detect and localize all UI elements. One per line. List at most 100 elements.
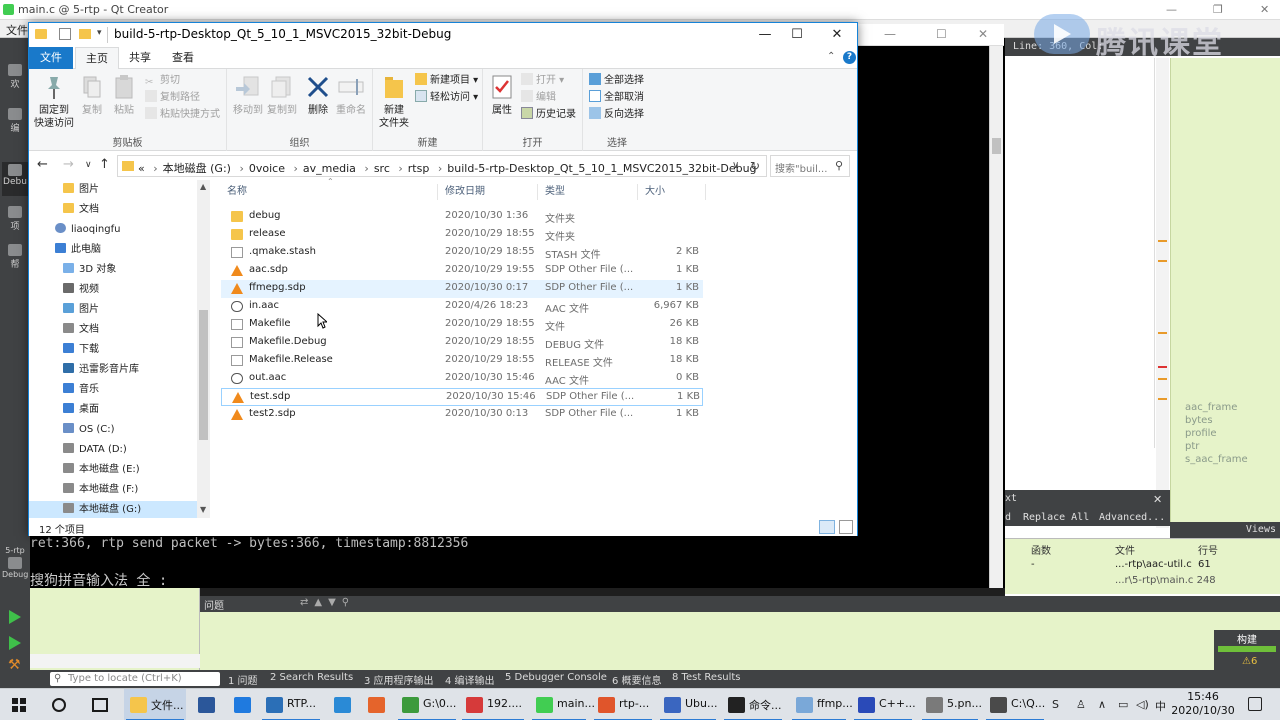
tab-view[interactable]: 查看 [162,47,204,69]
copy-to-button[interactable]: 复制到 [265,73,299,117]
paste-shortcut-button[interactable]: 粘贴快捷方式 [145,107,220,123]
issues-toolbar-icons[interactable]: ⇄▲▼⚲ [300,597,355,608]
taskbar-app-button[interactable]: 命令... [722,689,784,720]
taskbar-app-button[interactable]: RTP... [260,689,322,720]
taskbar-app-button[interactable] [328,689,358,720]
file-row[interactable]: release 2020/10/29 18:55 文件夹 [221,226,703,244]
breadcrumb-item[interactable]: 0voice [249,162,285,175]
nav-item[interactable]: 迅雷影音片库 [63,361,139,379]
close-icon[interactable]: ✕ [1260,3,1269,16]
taskbar-app-button[interactable]: 文件... [124,689,186,720]
outline-item[interactable]: bytes [1185,415,1213,426]
locator-input[interactable]: ⚲ Type to locate (Ctrl+K) [50,672,220,686]
help-icon[interactable]: ? [843,51,856,64]
volume-icon[interactable]: ◁) [1136,698,1149,711]
taskbar-app-button[interactable]: ffmp... [790,689,853,720]
issues-pane[interactable] [200,612,1280,670]
network-icon[interactable]: ▭ [1118,698,1128,711]
maximize-icon[interactable]: ☐ [775,25,819,45]
clock[interactable]: 15:46 2020/10/30 [1166,690,1240,718]
tab-test-results[interactable]: 8 Test Results [672,672,741,683]
replace-all-button[interactable]: Replace All [1023,512,1089,523]
tab-compile-output[interactable]: 4 编译输出 [445,672,495,687]
rename-button[interactable]: 重命名 [333,73,369,117]
breadcrumb-item[interactable]: src [374,162,390,175]
scroll-down-icon[interactable]: ▼ [200,505,206,514]
taskbar-app-button[interactable]: 192.... [460,689,526,720]
pin-quick-access-button[interactable]: 固定到 快速访问 [33,73,75,130]
horizontal-scrollbar[interactable] [30,654,200,668]
nav-item[interactable]: 文档 [63,321,99,339]
run-icon[interactable] [9,610,21,624]
tab-app-output[interactable]: 3 应用程序输出 [364,672,434,687]
outline-item[interactable]: profile [1185,428,1217,439]
mode-debug[interactable]: Debu [2,162,28,196]
collapse-ribbon-icon[interactable]: ⌃ [827,51,835,62]
nav-item[interactable]: 图片 [63,181,99,199]
nav-item[interactable]: 3D 对象 [63,261,116,279]
nav-item[interactable]: 本地磁盘 (E:) [63,461,140,479]
file-row[interactable]: in.aac 2020/4/26 18:23 AAC 文件 6,967 KB [221,298,703,316]
tab-share[interactable]: 共享 [119,47,161,69]
close-icon[interactable]: ✕ [978,27,988,41]
advanced-button[interactable]: Advanced... [1099,512,1165,523]
taskbar-app-button[interactable] [228,689,258,720]
cut-button[interactable]: ✂ 剪切 [145,73,180,89]
taskbar-app-button[interactable]: C:\Q... [984,689,1046,720]
sogou-ime-icon[interactable]: S [1052,698,1059,711]
file-row-focused[interactable]: test.sdp 2020/10/30 15:46 SDP Other File (… [221,388,703,406]
nav-item[interactable]: 此电脑 [55,241,101,259]
select-none-button[interactable]: 全部取消 [589,90,644,106]
tray-chevron-icon[interactable]: ∧ [1098,698,1106,711]
column-divider[interactable] [437,184,438,200]
console-scrollbar[interactable] [989,38,1003,588]
breadcrumb-item[interactable]: av_media [303,162,356,175]
taskbar-app-button[interactable] [362,689,392,720]
mode-edit[interactable]: 编 [2,108,28,134]
nav-item[interactable]: 视频 [63,281,99,299]
close-find-icon[interactable]: ✕ [1153,493,1162,506]
tab-search-results[interactable]: 2 Search Results [270,672,353,683]
column-header-type[interactable]: 类型 [545,182,565,202]
build-hammer-icon[interactable]: ⚒ [8,658,22,672]
nav-scrollbar[interactable]: ▲ ▼ [197,180,210,518]
move-to-button[interactable]: 移动到 [231,73,265,117]
taskbar-app-button[interactable]: G:\0... [396,689,458,720]
refresh-icon[interactable]: ↻ [750,159,760,173]
task-view-icon[interactable] [92,698,108,712]
column-header-modified[interactable]: 修改日期 [445,182,485,202]
menu-file[interactable]: 文件 [6,22,28,38]
nav-item[interactable]: 桌面 [63,401,99,419]
tab-file[interactable]: 文件 [29,47,73,69]
back-icon[interactable]: ← [37,157,48,172]
file-row[interactable]: .qmake.stash 2020/10/29 18:55 STASH 文件 2 KB [221,244,703,262]
nav-item[interactable]: 图片 [63,301,99,319]
nav-item[interactable]: OS (C:) [63,421,115,439]
maximize-icon[interactable]: ☐ [936,27,947,41]
scroll-up-icon[interactable]: ▲ [200,182,206,191]
file-row[interactable]: test2.sdp 2020/10/30 0:13 SDP Other File (… [221,406,703,424]
breadcrumb-item[interactable]: 本地磁盘 (G:) [163,162,231,175]
tab-debugger-console[interactable]: 5 Debugger Console [505,672,607,683]
up-icon[interactable]: ↑ [99,157,110,172]
debug-run-icon[interactable] [9,636,21,650]
outline-item[interactable]: ptr [1185,441,1199,452]
column-header-name[interactable]: 名称 [227,182,247,202]
file-row[interactable]: aac.sdp 2020/10/29 19:55 SDP Other File (.… [221,262,703,280]
outline-item[interactable]: aac_frame [1185,402,1237,413]
taskbar-app-button[interactable] [192,689,222,720]
people-icon[interactable]: ♙ [1076,698,1086,711]
file-row[interactable]: out.aac 2020/10/30 15:46 AAC 文件 0 KB [221,370,703,388]
tab-issues[interactable]: 1 问题 [228,672,258,687]
minimize-icon[interactable]: — [884,27,896,41]
search-input[interactable]: 搜索"buil... ⚲ [770,155,850,177]
build-progress[interactable]: 构建 ⚠6 [1214,630,1280,670]
editor-scrollbar[interactable] [1156,58,1169,528]
column-divider[interactable] [705,184,706,200]
cortana-search-icon[interactable] [52,698,66,712]
recent-locations-icon[interactable]: ∨ [85,160,92,170]
copy-path-button[interactable]: 复制路径 [145,90,200,106]
ime-indicator[interactable]: 中 [1155,698,1166,714]
taskbar-app-button[interactable]: 5.pn... [920,689,982,720]
column-divider[interactable] [537,184,538,200]
